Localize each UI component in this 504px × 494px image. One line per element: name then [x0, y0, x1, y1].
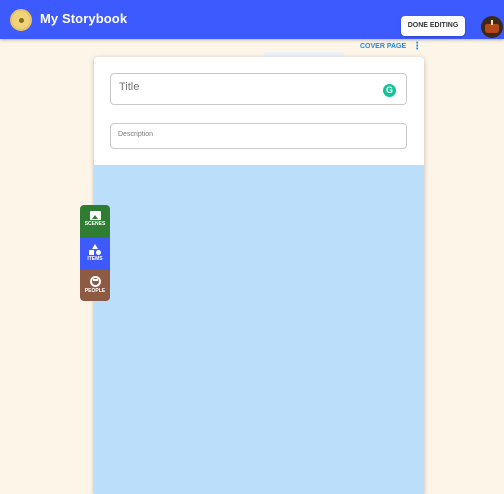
- description-input[interactable]: Description: [110, 123, 407, 149]
- scene-canvas[interactable]: [94, 165, 424, 494]
- page-selector[interactable]: COVER PAGE ⋮: [360, 40, 422, 53]
- toolbox-scenes-button[interactable]: SCENES: [80, 205, 110, 238]
- grammarly-icon[interactable]: G: [383, 84, 396, 97]
- image-icon: [89, 211, 101, 220]
- title-placeholder: Title: [119, 81, 140, 93]
- cake-icon: [485, 24, 499, 33]
- description-placeholder: Description: [118, 131, 154, 138]
- scenes-label: SCENES: [84, 221, 106, 227]
- face-icon: [89, 276, 101, 287]
- people-label: PEOPLE: [84, 288, 106, 294]
- items-label: ITEMS: [87, 256, 103, 262]
- toolbox-items-button[interactable]: ITEMS: [80, 238, 110, 270]
- candle-icon: [491, 20, 493, 25]
- storybook-logo-icon[interactable]: [10, 9, 32, 31]
- top-app-bar: My Storybook DONE EDITING: [0, 0, 504, 39]
- kebab-menu-icon[interactable]: ⋮: [412, 41, 422, 52]
- page-editor-card: Title G Description: [94, 57, 424, 494]
- shapes-icon: [89, 244, 101, 255]
- user-avatar[interactable]: [481, 16, 503, 38]
- app-title: My Storybook: [40, 11, 128, 26]
- done-editing-button[interactable]: DONE EDITING: [401, 16, 465, 36]
- title-input[interactable]: Title G: [110, 73, 407, 105]
- cover-page-label[interactable]: COVER PAGE: [360, 43, 406, 50]
- toolbox-people-button[interactable]: PEOPLE: [80, 270, 110, 301]
